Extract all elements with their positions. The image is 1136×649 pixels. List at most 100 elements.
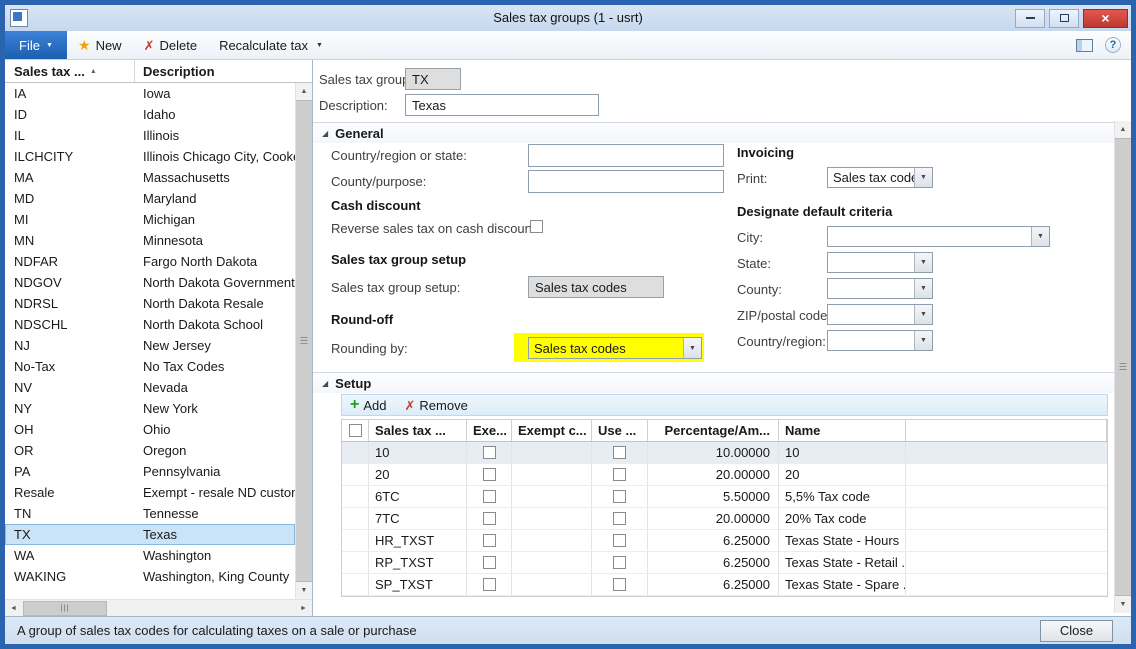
exempt-checkbox[interactable] (483, 490, 496, 503)
scroll-right-icon[interactable]: ► (295, 600, 312, 617)
left-vertical-scrollbar[interactable]: ▲ ▼ (295, 83, 312, 599)
use-tax-checkbox[interactable] (613, 512, 626, 525)
setup-fasttab-header[interactable]: ◢ Setup (313, 372, 1114, 393)
setup-grid-row[interactable]: 1010.0000010 (342, 442, 1107, 464)
tax-group-row[interactable]: TNTennesse (5, 503, 295, 524)
sales-tax-group-field[interactable]: TX (405, 68, 461, 90)
tax-group-row[interactable]: MIMichigan (5, 209, 295, 230)
use-tax-checkbox[interactable] (613, 556, 626, 569)
tax-group-row[interactable]: NJNew Jersey (5, 335, 295, 356)
exempt-checkbox[interactable] (483, 578, 496, 591)
sales-tax-group-setup-field[interactable]: Sales tax codes (528, 276, 664, 298)
tax-group-row[interactable]: MAMassachusetts (5, 167, 295, 188)
tax-group-row[interactable]: ILIllinois (5, 125, 295, 146)
setup-grid-row[interactable]: 6TC5.500005,5% Tax code (342, 486, 1107, 508)
column-header-exempt-code[interactable]: Exempt c... (512, 420, 592, 441)
tax-group-row[interactable]: NVNevada (5, 377, 295, 398)
help-icon[interactable]: ? (1105, 37, 1121, 53)
column-header-sales-tax-group[interactable]: Sales tax ... ▲ (5, 60, 135, 82)
tax-group-row[interactable]: PAPennsylvania (5, 461, 295, 482)
right-vertical-scrollbar[interactable]: ▲ ▼ (1114, 121, 1131, 613)
tax-group-row[interactable]: OROregon (5, 440, 295, 461)
scroll-left-icon[interactable]: ◄ (5, 600, 22, 617)
new-button[interactable]: ★ New (67, 31, 133, 59)
tax-group-row[interactable]: MDMaryland (5, 188, 295, 209)
tax-group-row[interactable]: NDGOVNorth Dakota Government (5, 272, 295, 293)
maximize-button[interactable] (1049, 9, 1079, 28)
setup-grid-row[interactable]: 2020.0000020 (342, 464, 1107, 486)
reverse-sales-tax-checkbox[interactable] (530, 220, 543, 233)
exempt-checkbox[interactable] (483, 446, 496, 459)
county-combobox[interactable]: ▼ (827, 278, 933, 299)
description-field[interactable]: Texas (405, 94, 599, 116)
country-region-input[interactable] (528, 144, 724, 167)
column-header-percentage[interactable]: Percentage/Am... (648, 420, 779, 441)
column-header-sales-tax-code[interactable]: Sales tax ... (369, 420, 467, 441)
exempt-checkbox[interactable] (483, 534, 496, 547)
left-horizontal-scrollbar[interactable]: ◄ ► (5, 599, 312, 616)
tax-group-row[interactable]: OHOhio (5, 419, 295, 440)
tax-group-row[interactable]: NDFARFargo North Dakota (5, 251, 295, 272)
minimize-button[interactable] (1015, 9, 1045, 28)
tax-group-row[interactable]: ResaleExempt - resale ND customer (5, 482, 295, 503)
tax-group-row[interactable]: WAWashington (5, 545, 295, 566)
setup-grid-row[interactable]: SP_TXST6.25000Texas State - Spare ... (342, 574, 1107, 596)
tax-group-row[interactable]: NDSCHLNorth Dakota School (5, 314, 295, 335)
use-tax-checkbox[interactable] (613, 446, 626, 459)
tax-group-row[interactable]: WAKINGWashington, King County (5, 566, 295, 587)
column-header-use-tax[interactable]: Use ... (592, 420, 648, 441)
dropdown-button[interactable]: ▼ (1031, 227, 1049, 246)
city-combobox[interactable]: ▼ (827, 226, 1050, 247)
print-combobox[interactable]: Sales tax codes ▼ (827, 167, 933, 188)
scroll-up-icon[interactable]: ▲ (1115, 121, 1131, 138)
tax-group-row[interactable]: NDRSLNorth Dakota Resale (5, 293, 295, 314)
scroll-down-icon[interactable]: ▼ (1115, 596, 1131, 613)
exempt-checkbox[interactable] (483, 556, 496, 569)
dropdown-button[interactable]: ▼ (914, 253, 932, 272)
remove-button[interactable]: ✗ Remove (404, 398, 467, 413)
layout-icon[interactable] (1076, 39, 1093, 52)
column-header-name[interactable]: Name (779, 420, 906, 441)
use-tax-checkbox[interactable] (613, 578, 626, 591)
file-menu-button[interactable]: File ▼ (5, 31, 67, 59)
add-button[interactable]: + Add (350, 397, 386, 413)
column-header-exempt[interactable]: Exe... (467, 420, 512, 441)
scrollbar-thumb[interactable] (296, 100, 312, 582)
exempt-checkbox[interactable] (483, 468, 496, 481)
tax-group-row[interactable]: ILCHCITYIllinois Chicago City, Cooke C (5, 146, 295, 167)
country-region-combobox[interactable]: ▼ (827, 330, 933, 351)
select-all-checkbox[interactable] (349, 424, 362, 437)
scroll-up-icon[interactable]: ▲ (296, 83, 312, 100)
use-tax-checkbox[interactable] (613, 490, 626, 503)
dropdown-button[interactable]: ▼ (914, 279, 932, 298)
close-button[interactable]: Close (1040, 620, 1113, 642)
zip-postal-code-combobox[interactable]: ▼ (827, 304, 933, 325)
use-tax-checkbox[interactable] (613, 534, 626, 547)
tax-group-row[interactable]: IDIdaho (5, 104, 295, 125)
setup-grid-row[interactable]: RP_TXST6.25000Texas State - Retail ... (342, 552, 1107, 574)
dropdown-button[interactable]: ▼ (914, 168, 932, 187)
dropdown-button[interactable]: ▼ (914, 305, 932, 324)
scrollbar-thumb[interactable] (23, 601, 107, 616)
exempt-checkbox[interactable] (483, 512, 496, 525)
tax-group-row[interactable]: NYNew York (5, 398, 295, 419)
setup-grid-row[interactable]: 7TC20.0000020% Tax code (342, 508, 1107, 530)
tax-group-row[interactable]: MNMinnesota (5, 230, 295, 251)
dropdown-button[interactable]: ▼ (683, 338, 701, 358)
general-fasttab-header[interactable]: ◢ General (313, 122, 1114, 143)
column-header-description[interactable]: Description (135, 64, 312, 79)
use-tax-checkbox[interactable] (613, 468, 626, 481)
delete-button[interactable]: ✗ Delete (133, 31, 208, 59)
tax-group-row[interactable]: IAIowa (5, 83, 295, 104)
setup-grid-row[interactable]: HR_TXST6.25000Texas State - Hours (342, 530, 1107, 552)
titlebar-close-button[interactable]: × (1083, 9, 1128, 28)
scroll-down-icon[interactable]: ▼ (296, 582, 312, 599)
recalculate-tax-button[interactable]: Recalculate tax ▼ (208, 31, 334, 59)
tax-group-row[interactable]: No-TaxNo Tax Codes (5, 356, 295, 377)
scrollbar-thumb[interactable] (1115, 138, 1131, 596)
rounding-by-combobox[interactable]: Sales tax codes ▼ (528, 337, 702, 359)
county-purpose-input[interactable] (528, 170, 724, 193)
state-combobox[interactable]: ▼ (827, 252, 933, 273)
dropdown-button[interactable]: ▼ (914, 331, 932, 350)
tax-group-row[interactable]: TXTexas (5, 524, 295, 545)
